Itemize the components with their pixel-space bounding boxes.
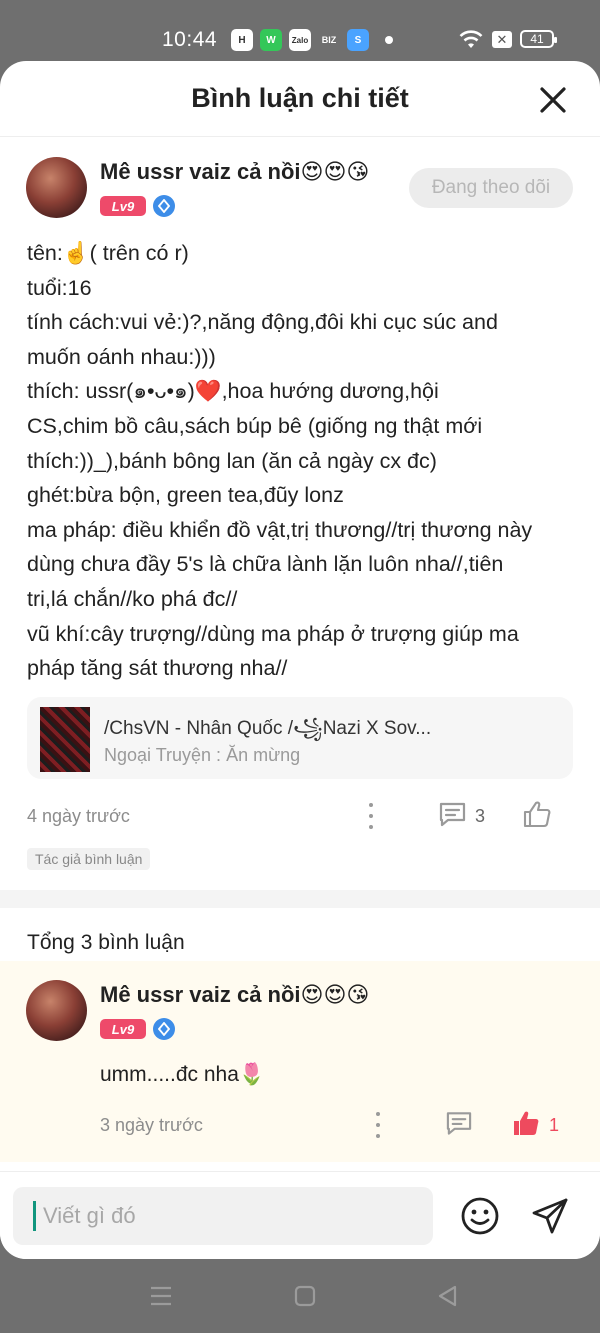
comment-line: dùng chưa đầy 5's là chữa lành lặn luôn … — [27, 552, 504, 577]
comment-input[interactable]: Viết gì đó — [13, 1187, 433, 1245]
comment-line: muốn oánh nhau:))) — [27, 344, 216, 369]
back-nav-icon[interactable] — [437, 1285, 459, 1307]
reply-timestamp: 3 ngày trước — [100, 1115, 203, 1135]
app-notification-icon: BIZ — [321, 35, 337, 45]
section-divider — [0, 890, 600, 908]
comment-line: CS,chim bồ câu,sách búp bê (giống ng thậ… — [27, 413, 483, 438]
liked-icon[interactable] — [511, 1109, 541, 1137]
comment-input-bar: Viết gì đó — [0, 1171, 600, 1259]
more-notifications-dot — [385, 36, 393, 44]
send-icon[interactable] — [530, 1196, 570, 1236]
comment-line: vũ khí:cây trượng//dùng ma pháp ở trượng… — [27, 621, 519, 646]
comment-line: thích:))_),bánh bông lan (ăn cả ngày cx … — [27, 448, 437, 473]
page-title: Bình luận chi tiết — [191, 83, 409, 113]
no-sim-icon: ✕ — [492, 31, 512, 48]
comment-line: ghét:bừa bộn, green tea,đũy lonz — [27, 483, 344, 508]
comment-line: tri,lá chắn//ko phá đc// — [27, 586, 238, 611]
comment-timestamp: 4 ngày trước — [27, 806, 130, 826]
comment-input-placeholder: Viết gì đó — [43, 1203, 136, 1228]
zalo-icon: Zalo — [289, 29, 311, 51]
following-button[interactable]: Đang theo dõi — [409, 168, 573, 208]
wifi-icon — [459, 30, 483, 48]
system-nav-bar — [0, 1259, 600, 1333]
story-chapter: Ngoại Truyện : Ăn mừng — [104, 745, 301, 765]
comment-body: tên:☝️( trên có r) tuổi:16 tính cách:vui… — [27, 236, 577, 686]
app-notification-icon: S — [347, 29, 369, 51]
story-cover-image — [40, 707, 90, 772]
comment-detail-sheet: Bình luận chi tiết Mê ussr vaiz cả nồi😍😍… — [0, 61, 600, 1259]
reply-comment-icon[interactable] — [438, 801, 467, 827]
level-badge: Lv9 — [100, 1019, 146, 1039]
close-icon[interactable] — [536, 83, 570, 117]
text-caret — [33, 1201, 36, 1231]
comment-line: tên:☝️( trên có r) — [27, 241, 189, 265]
status-time: 10:44 — [162, 28, 218, 51]
reply-comment-icon[interactable] — [445, 1110, 473, 1136]
like-icon[interactable] — [522, 800, 552, 828]
reply-count: 3 — [475, 806, 486, 826]
app-notification-icon: W — [260, 29, 282, 51]
more-options-icon[interactable] — [366, 803, 376, 829]
sheet-header: Bình luận chi tiết — [0, 61, 600, 137]
emoji-icon[interactable] — [460, 1196, 500, 1236]
comment-line: ma pháp: điều khiển đồ vật,trị thương//t… — [27, 517, 533, 542]
comment-line: tính cách:vui vẻ:)?,năng động,đôi khi cụ… — [27, 310, 498, 335]
comment-line: tuổi:16 — [27, 275, 92, 300]
reply-body: umm.....đc nha🌷 — [100, 1063, 266, 1086]
reply-author-name[interactable]: Mê ussr vaiz cả nồi😍😍😘 — [100, 982, 369, 1008]
menu-nav-icon[interactable] — [150, 1285, 172, 1307]
comment-line: thích: ussr(๑•ᴗ•๑)❤️,hoa hướng dương,hội — [27, 379, 439, 404]
author-comment-tag: Tác giả bình luận — [27, 848, 151, 870]
total-comments-label: Tổng 3 bình luận — [27, 931, 185, 954]
avatar[interactable] — [26, 980, 87, 1041]
battery-indicator: 41 — [520, 30, 557, 48]
comment-author-name[interactable]: Mê ussr vaiz cả nồi😍😍😘 — [100, 159, 369, 185]
rank-badge-icon — [153, 195, 175, 217]
status-bar: 10:44 H W Zalo BIZ S ✕ 41 — [0, 0, 600, 70]
comment-line: pháp tăng sát thương nha// — [27, 656, 288, 681]
like-count: 1 — [549, 1115, 560, 1135]
level-badge: Lv9 — [100, 196, 146, 216]
home-nav-icon[interactable] — [294, 1285, 316, 1307]
more-options-icon[interactable] — [373, 1112, 383, 1138]
app-notification-icon: H — [231, 29, 253, 51]
rank-badge-icon — [153, 1018, 175, 1040]
story-link-card[interactable]: /ChsVN - Nhân Quốc /꧁Nazi X Sov... Ngoại… — [27, 697, 573, 779]
avatar[interactable] — [26, 157, 87, 218]
